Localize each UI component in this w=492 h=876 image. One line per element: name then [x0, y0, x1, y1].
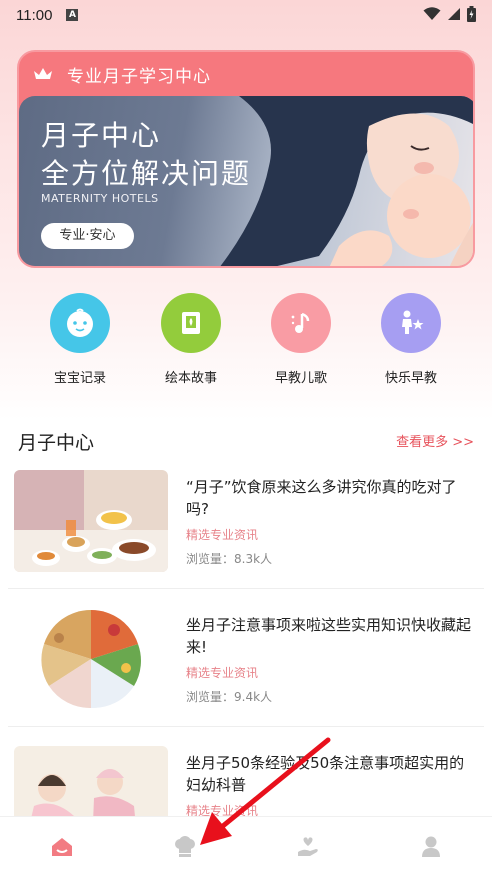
article-item[interactable]: 坐月子注意事项来啦这些实用知识快收藏起来! 精选专业资讯 浏览量：9.4k人 [0, 608, 492, 746]
quick-link-label: 绘本故事 [164, 371, 217, 386]
banner-header: 专业月子学习中心 [19, 52, 473, 96]
article-title: “月子”饮食原来这么多讲究你真的吃对了吗? [186, 478, 457, 518]
signal-icon [448, 8, 460, 20]
divider [8, 726, 484, 727]
status-time: 11:00 [16, 6, 53, 24]
baby-face-icon [50, 293, 110, 353]
section-title: 月子中心 [18, 432, 95, 454]
nav-profile[interactable] [369, 817, 492, 876]
article-tag: 精选专业资讯 [186, 528, 259, 542]
quick-link-label: 宝宝记录 [53, 371, 106, 386]
quick-link-baby-record[interactable]: 宝宝记录 [25, 293, 135, 386]
battery-icon [467, 6, 476, 22]
banner-header-text: 专业月子学习中心 [67, 66, 211, 87]
music-note-icon [271, 293, 331, 353]
quick-links: 宝宝记录 绘本故事 早教儿歌 快乐早教 [0, 293, 492, 393]
article-tag: 精选专业资讯 [186, 666, 259, 680]
nav-care[interactable] [246, 817, 369, 876]
quick-link-picture-book[interactable]: 绘本故事 [136, 293, 246, 386]
banner-title-line1: 月子中心 [41, 119, 162, 152]
see-more-link[interactable]: 查看更多 >> [396, 431, 474, 450]
article-thumbnail [14, 470, 168, 572]
status-bar: 11:00 A [0, 0, 492, 30]
banner-card[interactable]: 专业月子学习中心 月子中心 全方位解决问题 MATERNITY HOTELS 专… [17, 50, 475, 268]
quick-link-happy-learning[interactable]: 快乐早教 [356, 293, 466, 386]
status-icons [423, 6, 476, 22]
notification-icon: A [66, 9, 79, 21]
home-icon [51, 837, 72, 856]
article-views: 浏览量：9.4k人 [186, 690, 273, 704]
article-title: 坐月子50条经验及50条注意事项超实用的妇幼科普 [186, 754, 465, 794]
profile-icon [421, 836, 440, 857]
nav-home[interactable] [0, 817, 123, 876]
article-thumbnail [14, 608, 168, 710]
banner-image: 月子中心 全方位解决问题 MATERNITY HOTELS 专业·安心 [19, 96, 473, 266]
article-item[interactable]: “月子”饮食原来这么多讲究你真的吃对了吗? 精选专业资讯 浏览量：8.3k人 [0, 470, 492, 608]
article-title: 坐月子注意事项来啦这些实用知识快收藏起来! [186, 616, 472, 656]
article-views: 浏览量：8.3k人 [186, 552, 273, 566]
chef-hat-icon [174, 835, 195, 857]
banner-subtitle: MATERNITY HOTELS [41, 192, 159, 205]
quick-link-nursery-songs[interactable]: 早教儿歌 [246, 293, 356, 386]
picture-book-icon [161, 293, 221, 353]
crown-icon [34, 68, 52, 79]
divider [8, 588, 484, 589]
nav-recipes[interactable] [123, 817, 246, 876]
care-hand-icon [297, 836, 318, 856]
quick-link-label: 早教儿歌 [274, 371, 327, 386]
quick-link-label: 快乐早教 [384, 371, 437, 386]
kid-star-icon [381, 293, 441, 353]
wifi-icon [423, 7, 441, 20]
banner-pill-button[interactable]: 专业·安心 [41, 223, 134, 249]
banner-title-line2: 全方位解决问题 [41, 157, 252, 190]
bottom-navigation [0, 816, 492, 876]
